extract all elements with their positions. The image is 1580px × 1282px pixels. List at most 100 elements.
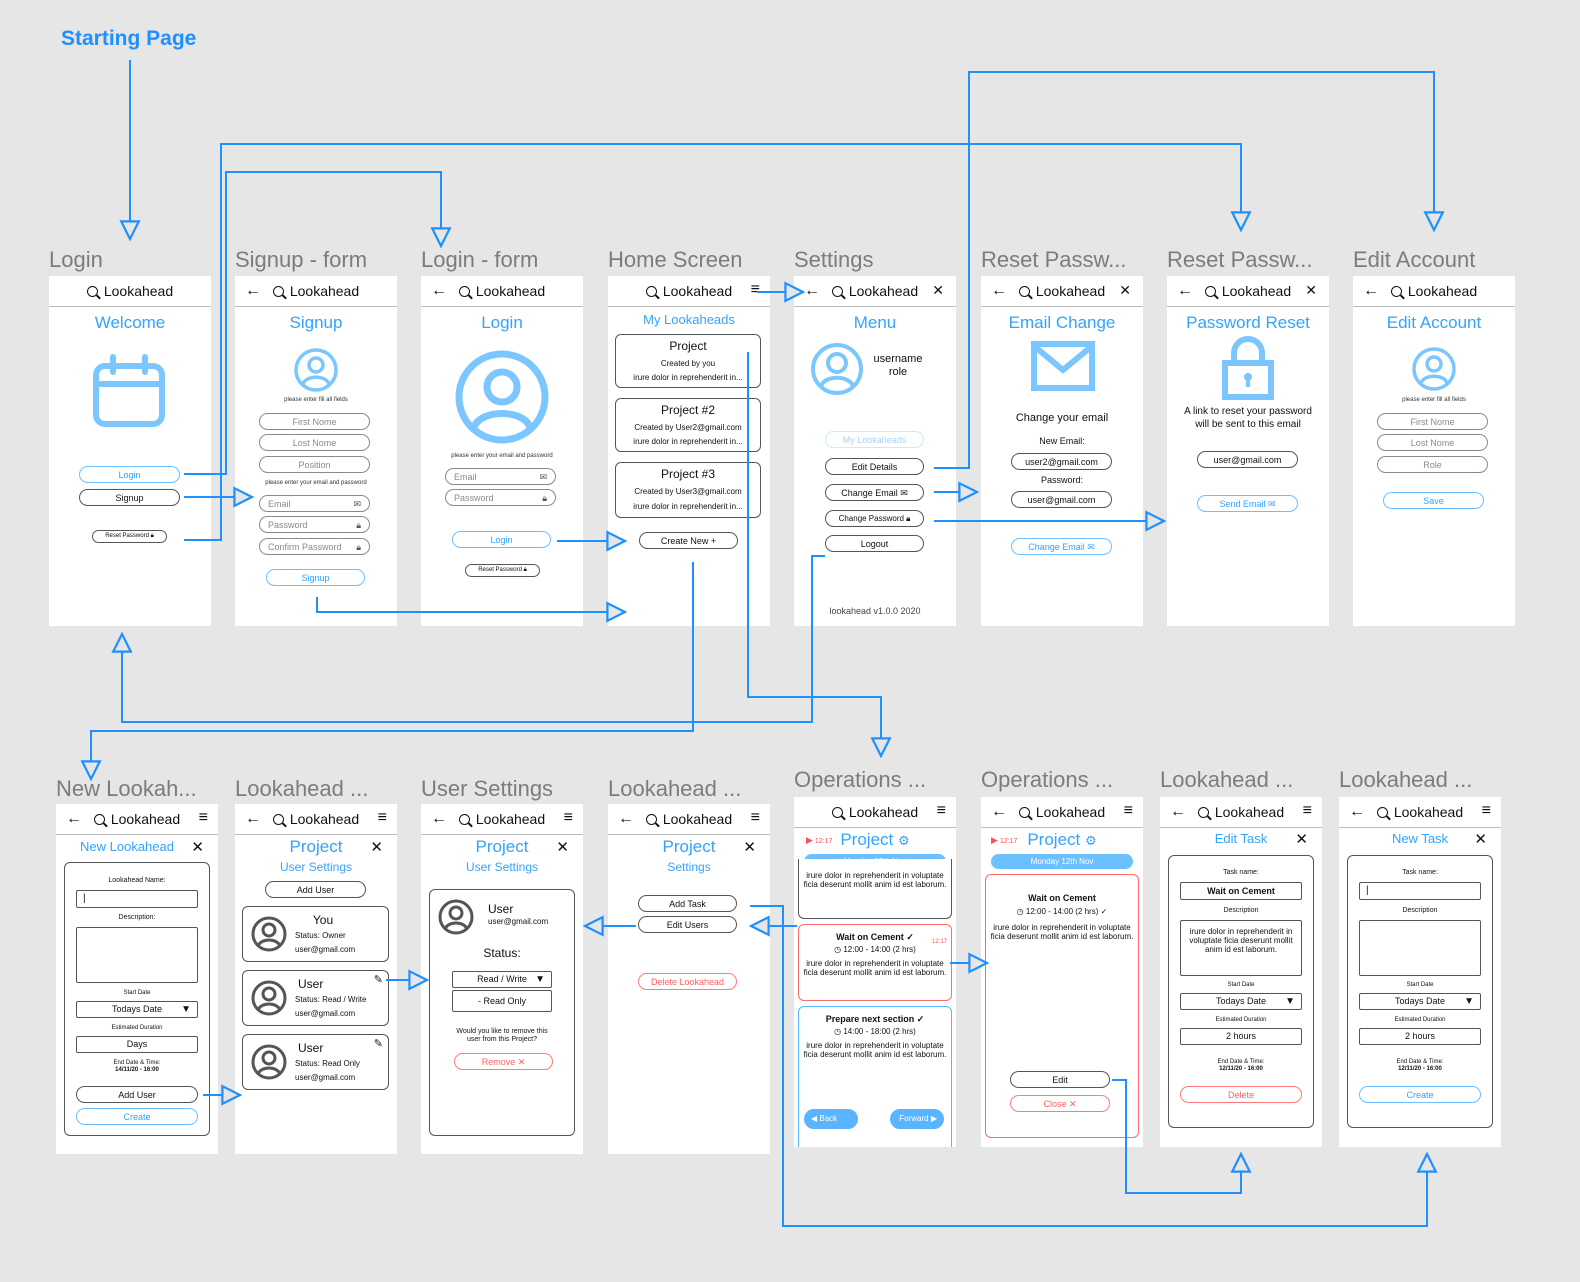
gear-icon[interactable]: ⚙ [898,833,910,848]
app-bar: ← Lookahead ≡ [56,804,218,835]
reset-password-button[interactable]: Reset Password 🔒︎ [465,564,540,577]
current-task-card[interactable]: Wait on Cement ✓ ◷ 12:00 - 14:00 (2 hrs)… [798,924,952,1001]
login-submit-button[interactable]: Login [452,531,551,548]
duration-input[interactable]: 2 hours [1359,1028,1481,1045]
subheading-user-settings: User Settings [465,860,539,874]
edit-icon[interactable]: ✎ [374,1037,383,1052]
menu-my-lookaheads[interactable]: My Lookaheads [825,431,924,448]
password-field[interactable]: Password 🔒︎ [445,489,556,506]
hamburger-menu-icon[interactable]: ≡ [1303,803,1312,819]
role-field[interactable]: Role [1377,456,1488,473]
create-task-button[interactable]: Create [1359,1086,1481,1103]
project-card[interactable]: Project #2 Created by User2@gmail.com ir… [615,398,761,452]
menu-edit-details[interactable]: Edit Details [825,458,924,475]
delete-lookahead-button[interactable]: Delete Lookahead [638,973,737,990]
close-icon[interactable]: ✕ [932,283,944,298]
forward-button[interactable]: Forward ▶ [890,1109,944,1129]
change-email-prompt: Change your email [1015,412,1109,424]
start-date-select[interactable]: Todays Date ▼ [1180,993,1302,1010]
project-card[interactable]: Project #3 Created by User3@gmail.com ir… [615,462,761,518]
hamburger-menu-icon[interactable]: ≡ [1124,803,1133,819]
status-select[interactable]: Read / Write ▼ [452,971,552,988]
heading-project: Project ⚙ [794,830,956,850]
confirm-password-field[interactable]: Confirm Password 🔒︎ [259,538,370,555]
delete-task-button[interactable]: Delete [1180,1086,1302,1103]
user-email: user@gmail.com [488,917,549,926]
description-input[interactable] [76,927,198,983]
task-name-input[interactable]: Wait on Cement [1180,882,1302,900]
back-button[interactable]: ◀ Back [804,1109,858,1129]
hamburger-menu-icon[interactable]: ≡ [751,282,760,298]
start-date-select[interactable]: Todays Date ▼ [1359,993,1481,1010]
gear-icon[interactable]: ⚙ [1085,833,1097,848]
new-email-field[interactable]: user2@gmail.com [1011,453,1112,470]
hamburger-menu-icon[interactable]: ≡ [199,810,208,826]
user-card-read-only[interactable]: User ✎ Status: Read Only user@gmail.com [242,1034,389,1090]
reset-email-field[interactable]: user@gmail.com [1197,451,1298,468]
app-bar: ← Lookahead ≡ [1160,797,1322,828]
user-card-owner[interactable]: You Status: Owner user@gmail.com [242,906,389,962]
add-task-button[interactable]: Add Task [638,895,737,912]
close-icon[interactable]: ✕ [556,840,569,855]
remove-user-button[interactable]: Remove ✕ [454,1053,553,1070]
project-card[interactable]: Project Created by you irure dolor in re… [615,334,761,388]
duration-input[interactable]: Days [76,1036,198,1053]
create-new-button[interactable]: Create New + [639,532,738,549]
hamburger-menu-icon[interactable]: ≡ [751,810,760,826]
previous-task-card[interactable]: irure dolor in reprehenderit in voluptat… [798,859,952,919]
password-field[interactable]: user@gmail.com [1011,491,1112,508]
password-field[interactable]: Password 🔒︎ [259,516,370,533]
hamburger-menu-icon[interactable]: ≡ [564,810,573,826]
close-icon[interactable]: ✕ [191,840,204,855]
user-card-read-write[interactable]: User ✎ Status: Read / Write user@gmail.c… [242,970,389,1026]
description-label: Description: [118,914,156,921]
login-button[interactable]: Login [79,466,180,483]
close-icon[interactable]: ✕ [743,840,756,855]
edit-button[interactable]: Edit [1010,1071,1110,1088]
menu-change-email[interactable]: Change Email ✉ [825,484,924,501]
description-input[interactable] [1359,920,1481,976]
close-icon[interactable]: ✕ [1119,283,1131,298]
menu-change-password[interactable]: Change Password 🔒︎ [825,510,924,527]
task-name-input[interactable]: | [1359,882,1481,900]
hamburger-menu-icon[interactable]: ≡ [1482,803,1491,819]
add-user-button[interactable]: Add User [76,1086,198,1103]
signup-hint-credentials: please enter your email and password [265,480,367,486]
create-button[interactable]: Create [76,1108,198,1125]
start-date-select[interactable]: Todays Date ▼ [76,1001,198,1018]
password-placeholder: Password [454,493,494,503]
last-name-field[interactable]: Lost Nome [1377,434,1488,451]
email-field[interactable]: Email ✉ [259,495,370,512]
add-user-button[interactable]: Add User [265,881,366,898]
status-option-read-only[interactable]: - Read Only [452,990,552,1012]
hamburger-menu-icon[interactable]: ≡ [378,810,387,826]
duration-input[interactable]: 2 hours [1180,1028,1302,1045]
close-icon[interactable]: ✕ [1305,283,1317,298]
edit-icon[interactable]: ✎ [374,973,383,988]
edit-users-button[interactable]: Edit Users [638,916,737,933]
close-icon[interactable]: ✕ [1295,832,1308,847]
signup-button[interactable]: Signup [79,489,180,506]
search-icon [1376,807,1388,818]
change-email-button[interactable]: Change Email ✉ [1011,538,1112,555]
last-name-field[interactable]: Lost Nome [259,434,370,451]
save-button[interactable]: Save [1383,492,1484,509]
change-password-label: Change Password [838,514,904,523]
menu-logout[interactable]: Logout [825,535,924,552]
reset-password-button[interactable]: Reset Password 🔒︎ [92,530,167,543]
signup-submit-button[interactable]: Signup [266,569,365,586]
description-input[interactable]: irure dolor in reprehenderit in voluptat… [1180,920,1302,976]
send-email-button[interactable]: Send Email ✉ [1197,495,1298,512]
app-bar: ← Lookahead ✕ [794,276,956,307]
lookahead-name-input[interactable]: | [76,890,198,908]
email-field[interactable]: Email ✉ [445,468,556,485]
close-button[interactable]: Close ✕ [1010,1095,1110,1112]
first-name-field[interactable]: First Nome [1377,413,1488,430]
close-icon[interactable]: ✕ [1474,832,1487,847]
close-icon[interactable]: ✕ [370,840,383,855]
first-name-field[interactable]: First Nome [259,413,370,430]
screen-user-settings: ← Lookahead ≡ Project ✕ User Settings Us… [421,804,583,1154]
hamburger-menu-icon[interactable]: ≡ [937,803,946,819]
heading-signup: Signup [289,313,343,332]
position-field[interactable]: Position [259,456,370,473]
